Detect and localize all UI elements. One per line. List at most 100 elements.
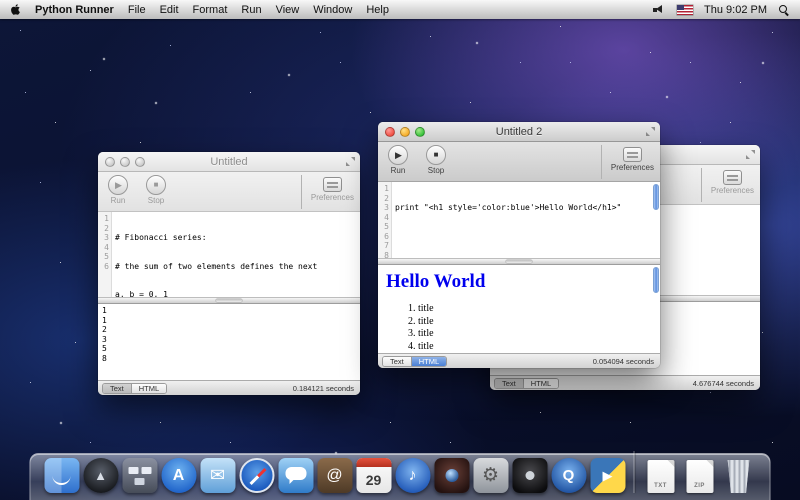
dock-item-calendar[interactable]: 29 [356,455,392,493]
dock-separator [634,451,635,493]
dock-item-safari[interactable] [239,455,275,493]
finder-icon [44,458,79,493]
code-area[interactable]: # Fibonacci series: # the sum of two ele… [112,212,360,297]
keyboard-layout-flag-icon[interactable] [677,5,693,15]
output-area[interactable]: 1 1 2 3 5 8 [98,304,360,380]
line-number-gutter: 1 2 3 4 5 6 [98,212,112,297]
dock-item-quicktime[interactable]: Q [551,455,587,493]
menu-item-format[interactable]: Format [193,4,228,16]
output-line: 2 [102,325,360,335]
dock-item-trash[interactable] [721,455,757,493]
minimize-button[interactable] [400,127,410,137]
menu-item-window[interactable]: Window [313,4,352,16]
title-bar[interactable]: Untitled 2 [378,122,660,142]
line-number-gutter: 1 2 3 4 5 6 7 8 [378,182,392,258]
menu-item-file[interactable]: File [128,4,146,16]
preferences-button[interactable]: Preferences [701,168,754,202]
app-store-icon: A [161,458,196,493]
apple-menu-icon[interactable] [10,3,21,16]
html-tab[interactable]: HTML [131,384,166,393]
code-line [395,232,660,242]
zoom-button[interactable] [415,127,425,137]
dock-item-dvd-player[interactable] [512,455,548,493]
calendar-icon: 29 [356,458,391,493]
dock-item-launchpad[interactable]: ▲ [83,455,119,493]
html-tab[interactable]: HTML [523,379,558,388]
execution-time: 0.184121 seconds [293,384,354,393]
scrollbar[interactable] [652,267,659,351]
run-button[interactable]: ▶ Run [104,175,132,205]
output-line: 3 [102,335,360,345]
fullscreen-icon[interactable] [646,127,655,136]
html-tab[interactable]: HTML [411,357,446,366]
menu-item-run[interactable]: Run [241,4,261,16]
stop-button[interactable]: ■ Stop [142,175,170,205]
splitter-handle[interactable] [98,297,360,304]
dock-item-app-store[interactable]: A [161,455,197,493]
menu-item-edit[interactable]: Edit [160,4,179,16]
itunes-icon: ♪ [395,458,430,493]
splitter-handle[interactable] [378,258,660,265]
stop-button[interactable]: ■ Stop [422,145,450,175]
preferences-button[interactable]: Preferences [301,175,354,209]
dock-item-address-book[interactable]: @ [317,455,353,493]
dock-item-system-preferences[interactable]: ⚙ [473,455,509,493]
zip-document-label: ZIP [694,483,705,489]
dock-item-python-runner[interactable]: ▶ [590,455,626,493]
preferences-button[interactable]: Preferences [601,145,654,179]
status-bar: Text HTML 4.676744 seconds [490,375,760,390]
run-button[interactable]: ▶ Run [384,145,412,175]
execution-time: 4.676744 seconds [693,379,754,388]
scrollbar-thumb[interactable] [653,184,659,210]
code-line: print "<h1 style='color:blue'>Hello Worl… [395,203,660,213]
title-bar[interactable]: Untitled [98,152,360,172]
dock-item-mail[interactable]: ✉ [200,455,236,493]
text-tab[interactable]: Text [103,384,131,393]
gear-icon: ⚙ [473,458,508,493]
dock-item-mission-control[interactable] [122,455,158,493]
output-line: 8 [102,354,360,364]
txt-document-label: TXT [654,483,667,489]
toolbar: ▶ Run ■ Stop Preferences [98,172,360,212]
close-button[interactable] [105,157,115,167]
scrollbar[interactable] [652,184,659,256]
dock-item-photo-booth[interactable] [434,455,470,493]
address-book-icon: @ [317,458,352,493]
code-line: # the sum of two elements defines the ne… [115,262,360,272]
quicktime-icon: Q [551,458,586,493]
text-tab[interactable]: Text [495,379,523,388]
output-line: 1 [102,306,360,316]
dock-item-itunes[interactable]: ♪ [395,455,431,493]
zoom-button[interactable] [135,157,145,167]
menu-app-name[interactable]: Python Runner [35,4,114,16]
menu-item-help[interactable]: Help [366,4,389,16]
output-area[interactable]: Hello World title title title title titl… [378,265,660,353]
splitter-dimple-icon [216,299,242,302]
code-editor[interactable]: 1 2 3 4 5 6 # Fibonacci series: # the su… [98,212,360,297]
menu-clock[interactable]: Thu 9:02 PM [704,4,767,16]
scrollbar-thumb[interactable] [653,267,659,293]
code-editor[interactable]: 1 2 3 4 5 6 7 8 print "<h1 style='color:… [378,182,660,258]
spotlight-icon[interactable] [778,4,790,16]
fullscreen-icon[interactable] [346,157,355,166]
dock-item-finder[interactable] [44,455,80,493]
dock-item-ichat[interactable] [278,455,314,493]
splitter-dimple-icon [506,260,532,263]
text-tab[interactable]: Text [383,357,411,366]
desktop: Python Runner File Edit Format Run View … [0,0,800,500]
chat-icon [278,458,313,493]
rendered-list: title title title title title title [418,303,652,353]
dock-item-zip-document[interactable]: ZIP [682,455,718,493]
photo-booth-icon [434,458,469,493]
menu-item-view[interactable]: View [276,4,300,16]
stop-icon: ■ [146,175,166,195]
dock-item-txt-document[interactable]: TXT [643,455,679,493]
close-button[interactable] [385,127,395,137]
calendar-day: 29 [366,472,382,488]
execution-time: 0.054094 seconds [593,357,654,366]
fullscreen-icon[interactable] [746,150,755,159]
minimize-button[interactable] [120,157,130,167]
code-area[interactable]: print "<h1 style='color:blue'>Hello Worl… [392,182,660,258]
volume-icon[interactable] [653,4,666,15]
output-mode-switch: Text HTML [494,378,559,389]
